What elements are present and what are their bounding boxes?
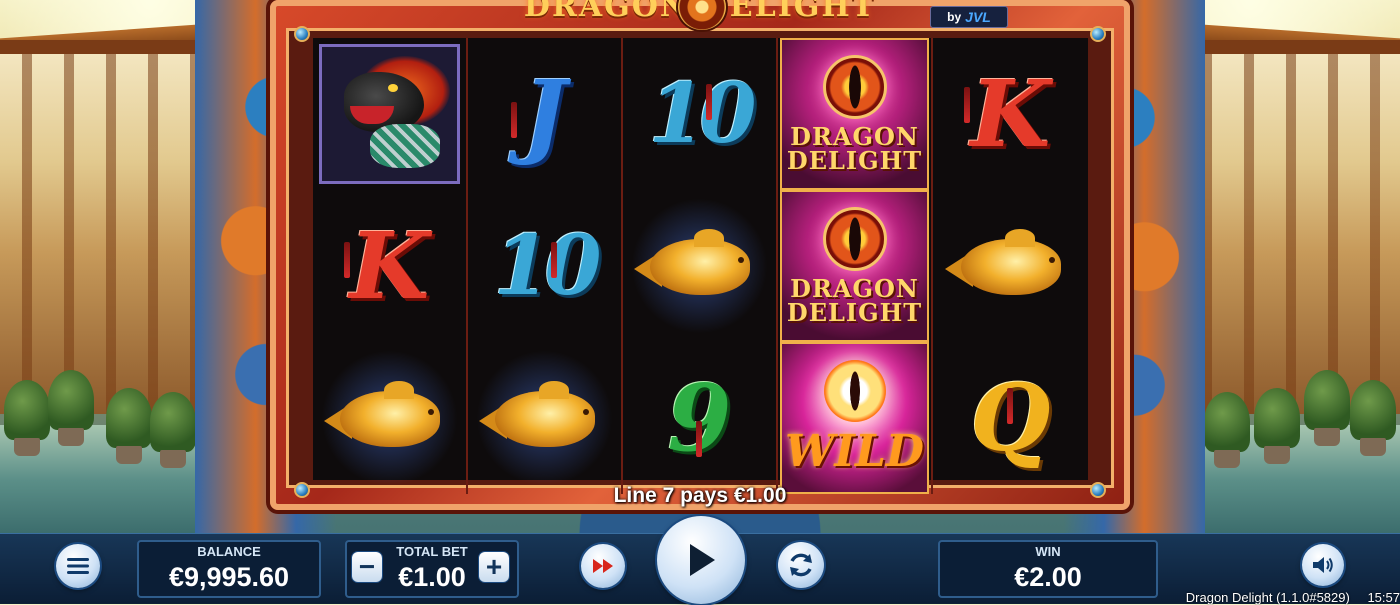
reel-cell [623,190,776,342]
dragon-eye-icon [822,207,887,271]
bet-decrease-button[interactable]: − [352,552,382,582]
dragon-delight-scatter-symbol: DRAGON DELIGHT [780,38,929,190]
potted-plant [48,370,94,446]
win-value: €2.00 [1014,562,1082,592]
frame-gem [294,26,310,42]
reel-cell [313,38,466,190]
win-panel: WIN €2.00 [938,540,1158,598]
reel-3: 10 9 [623,38,778,494]
golden-fish-icon [633,229,764,303]
dragon-eye-icon [822,55,887,119]
potted-plant [150,392,196,468]
golden-fish-icon [944,229,1075,303]
dragon-delight-scatter-symbol: DRAGON DELIGHT [780,190,929,342]
spin-button[interactable] [657,516,745,604]
k-symbol: K [970,60,1051,168]
reel-cell: J [468,38,621,190]
reel-cell [468,342,621,494]
j-symbol: J [522,60,567,168]
reel-cell [933,190,1088,342]
potted-plant [1304,370,1350,446]
sound-button[interactable] [1302,544,1344,586]
hamburger-icon [67,558,89,574]
balance-value: €9,995.60 [168,562,290,592]
reels-grid: K J 10 10 9 DRAGON DELIGHT DRAGON DELIGH… [313,38,1088,494]
provider-by-text: by [947,10,962,24]
win-label: WIN [1035,544,1061,559]
win-line-message: Line 7 pays €1.00 [613,484,787,507]
potted-plant [1204,392,1250,468]
reel-cell: K [933,38,1088,190]
reel-cell: K [313,190,466,342]
provider-name: JVL [965,9,991,25]
provider-badge: by JVL [930,6,1008,28]
speaker-icon [1313,557,1333,573]
potted-plant [4,380,50,456]
autoplay-button[interactable] [778,542,824,588]
potted-plant [1350,380,1396,456]
reel-cell [313,342,466,494]
k-symbol: K [349,212,430,320]
balance-label: BALANCE [197,544,261,559]
golden-fish-icon [478,381,609,455]
turbo-button[interactable] [581,544,625,588]
frame-gem [1090,26,1106,42]
dragon-icon [330,54,450,174]
dragon-symbol [319,44,460,184]
golden-fish-icon [323,381,454,455]
play-icon [690,544,715,576]
reel-cell: 10 [623,38,776,190]
glowing-eye-icon [823,359,886,422]
bet-increase-button[interactable]: + [479,552,509,582]
fast-forward-icon [593,559,613,573]
reel-1: K [313,38,468,494]
reel-4: DRAGON DELIGHT DRAGON DELIGHT WILD [778,38,933,494]
reel-5: K Q [933,38,1088,494]
wild-symbol: WILD [780,342,929,494]
potted-plant [106,388,152,464]
ten-symbol: 10 [648,66,756,162]
reel-cell: 10 [468,190,621,342]
reel-cell: 9 [623,342,776,494]
menu-button[interactable] [56,544,100,588]
reel-2: J 10 [468,38,623,494]
potted-plant [1254,388,1300,464]
ten-symbol: 10 [493,218,601,314]
refresh-icon [790,553,812,577]
balance-panel: BALANCE €9,995.60 [137,540,321,598]
reel-cell: Q [933,342,1088,494]
